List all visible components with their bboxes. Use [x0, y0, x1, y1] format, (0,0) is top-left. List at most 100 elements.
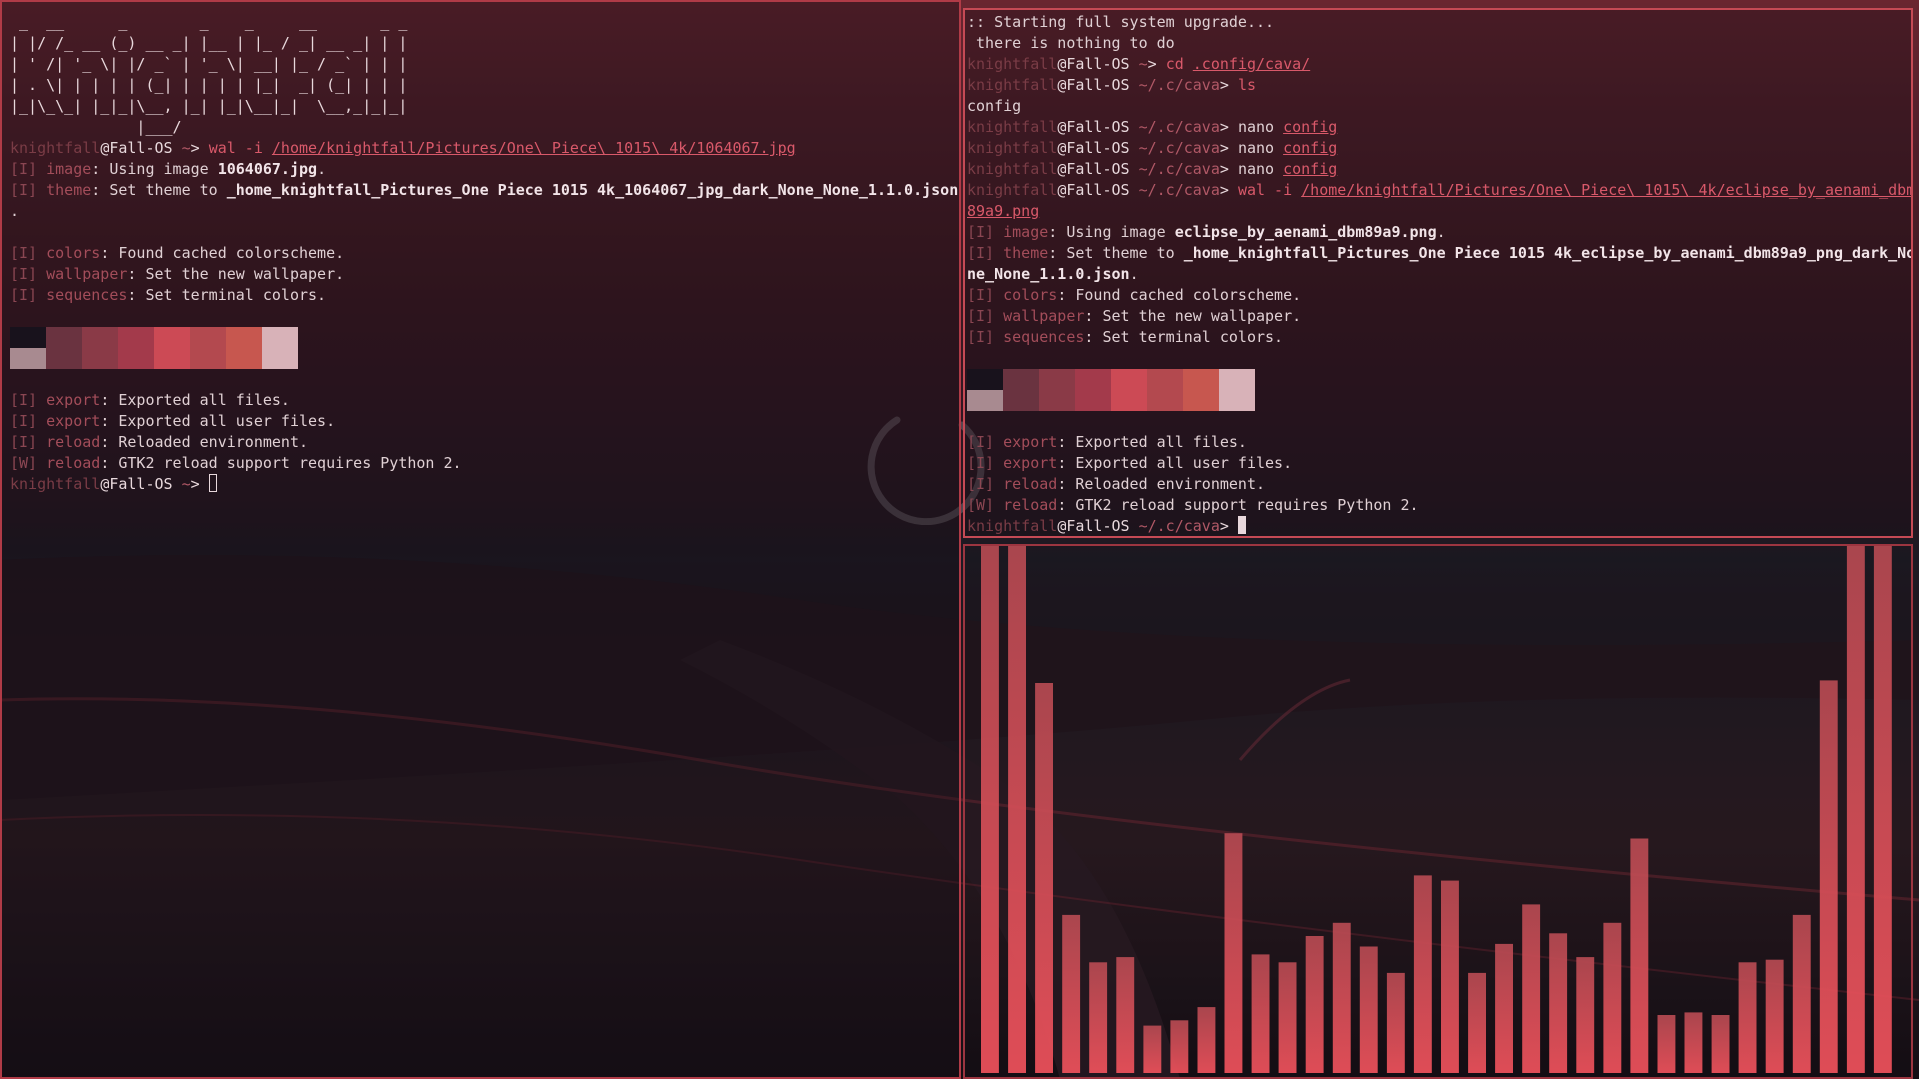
cava-bar	[1441, 880, 1459, 1073]
prompt-host: @Fall-OS	[1057, 181, 1130, 199]
prompt-arrow: >	[1147, 55, 1166, 73]
color-palette-swatches	[10, 327, 959, 369]
log-message: Exported all files.	[1075, 433, 1247, 451]
command-argument-continued[interactable]: 89a9.png	[967, 202, 1039, 220]
cava-bar	[1684, 1012, 1703, 1073]
log-message: Reloaded environment.	[118, 433, 309, 451]
pacman-output-line: there is nothing to do	[967, 33, 1911, 54]
command-argument[interactable]: config	[1283, 118, 1337, 136]
command-name: wal -i	[1237, 181, 1302, 199]
cava-bar	[1738, 962, 1757, 1073]
log-message: Set the new wallpaper.	[1102, 307, 1302, 325]
log-message: Set terminal colors.	[145, 286, 327, 304]
terminal-cursor[interactable]	[1237, 516, 1246, 534]
command-argument[interactable]: config	[1283, 139, 1337, 157]
log-highlight: _home_knightfall_Pictures_One Piece 1015…	[226, 181, 959, 199]
ascii-art-text: | . \| | | | | (_| | | | | |_| _| (_| | …	[10, 76, 408, 94]
color-swatch	[10, 327, 46, 369]
log-module: reload	[1003, 475, 1058, 493]
prompt-arrow: >	[1219, 118, 1238, 136]
log-level-tag: [I]	[10, 286, 47, 304]
command-argument[interactable]: /home/knightfall/Pictures/One\ Piece\ 10…	[1301, 181, 1911, 199]
command-line: knightfall@Fall-OS ~/.c/cava> nano confi…	[967, 138, 1911, 159]
ascii-art-line: | ' /| '_ \| |/ _` | '_ \| __| |_ / _` |…	[10, 54, 959, 75]
log-message: Set terminal colors.	[1102, 328, 1284, 346]
log-separator: :	[1048, 244, 1067, 262]
command-line: 89a9.png	[967, 201, 1911, 222]
ascii-art-text: | |/ /_ __ (_) __ _| |__ | |_ / _| __ _|…	[10, 34, 408, 52]
log-level-tag: [I]	[10, 391, 47, 409]
cava-bar	[1386, 972, 1405, 1073]
log-level-tag: [I]	[967, 328, 1004, 346]
prompt-user: knightfall	[967, 160, 1058, 178]
log-line: [I] export: Exported all user files.	[967, 453, 1911, 474]
command-line: knightfall@Fall-OS ~/.c/cava> nano confi…	[967, 159, 1911, 180]
prompt-arrow: >	[190, 475, 209, 493]
command-argument[interactable]: /home/knightfall/Pictures/One\ Piece\ 10…	[272, 139, 796, 157]
prompt-host: @Fall-OS	[1057, 76, 1130, 94]
log-message: Using image	[1066, 223, 1175, 241]
command-argument[interactable]: config	[1283, 160, 1337, 178]
log-level-tag: [I]	[967, 286, 1004, 304]
log-line: .	[10, 201, 959, 222]
left-terminal-window[interactable]: _ __ _ _ _ __ _ _ | |/ /_ __ (_) __ _| |…	[0, 0, 961, 1079]
log-separator: :	[91, 181, 110, 199]
cava-bar	[1035, 683, 1053, 1073]
log-separator: :	[100, 412, 119, 430]
cava-bar	[1278, 962, 1297, 1073]
cava-bar	[1576, 957, 1595, 1073]
log-line: [I] export: Exported all files.	[10, 390, 959, 411]
cava-bar	[1711, 1015, 1730, 1073]
ascii-art-line: _ __ _ _ _ __ _ _	[10, 12, 959, 33]
log-level-tag: [I]	[10, 160, 47, 178]
log-tail: .	[1436, 223, 1446, 241]
prompt-arrow: >	[1219, 139, 1238, 157]
prompt-user: knightfall	[967, 76, 1058, 94]
color-swatch	[190, 327, 226, 369]
cava-bar	[1603, 922, 1622, 1073]
pacman-output-text: there is nothing to do	[967, 34, 1175, 52]
prompt-user: knightfall	[10, 475, 101, 493]
command-name: cd	[1165, 55, 1193, 73]
right-terminal-window[interactable]: :: Starting full system upgrade... there…	[963, 8, 1913, 538]
command-line: knightfall@Fall-OS ~/.c/cava> wal -i /ho…	[967, 180, 1911, 201]
log-module: export	[1003, 454, 1058, 472]
ascii-art-line: | |/ /_ __ (_) __ _| |__ | |_ / _| __ _|…	[10, 33, 959, 54]
prompt-host: @Fall-OS	[1057, 160, 1130, 178]
ascii-art-text: _ __ _ _ _ __ _ _	[10, 13, 417, 31]
prompt-dir: ~/.c/cava	[1129, 118, 1220, 136]
cava-bar	[981, 546, 999, 1073]
color-swatch	[1039, 369, 1075, 411]
log-separator: :	[100, 454, 119, 472]
log-level-tag: [I]	[10, 265, 47, 283]
prompt-dir: ~	[172, 139, 191, 157]
command-argument[interactable]: .config/cava/	[1193, 55, 1310, 73]
log-message: Reloaded environment.	[1075, 475, 1266, 493]
terminal-cursor[interactable]	[208, 474, 217, 492]
log-module: theme	[1003, 244, 1049, 262]
color-swatch	[1075, 369, 1111, 411]
log-separator: :	[127, 265, 146, 283]
color-swatch	[118, 327, 154, 369]
log-line: [I] image: Using image 1064067.jpg.	[10, 159, 959, 180]
log-highlight: eclipse_by_aenami_dbm89a9.png	[1174, 223, 1437, 241]
cava-bar	[1413, 875, 1432, 1073]
log-level-tag: [I]	[967, 223, 1004, 241]
log-line: [I] reload: Reloaded environment.	[10, 432, 959, 453]
color-swatch	[154, 327, 190, 369]
color-swatch	[1111, 369, 1147, 411]
prompt-host: @Fall-OS	[1057, 517, 1130, 535]
log-separator: :	[1084, 328, 1103, 346]
log-line: [I] export: Exported all user files.	[10, 411, 959, 432]
cava-bar	[1549, 933, 1568, 1073]
log-message: Set the new wallpaper.	[145, 265, 345, 283]
cava-bar	[1657, 1015, 1676, 1073]
prompt-user: knightfall	[10, 139, 101, 157]
log-level-tag: [I]	[10, 412, 47, 430]
ascii-art-line: | . \| | | | | (_| | | | | |_| _| (_| | …	[10, 75, 959, 96]
active-prompt-line: knightfall@Fall-OS ~>	[10, 474, 959, 495]
prompt-dir: ~/.c/cava	[1129, 76, 1220, 94]
log-message: Exported all user files.	[118, 412, 336, 430]
color-swatch	[262, 327, 298, 369]
